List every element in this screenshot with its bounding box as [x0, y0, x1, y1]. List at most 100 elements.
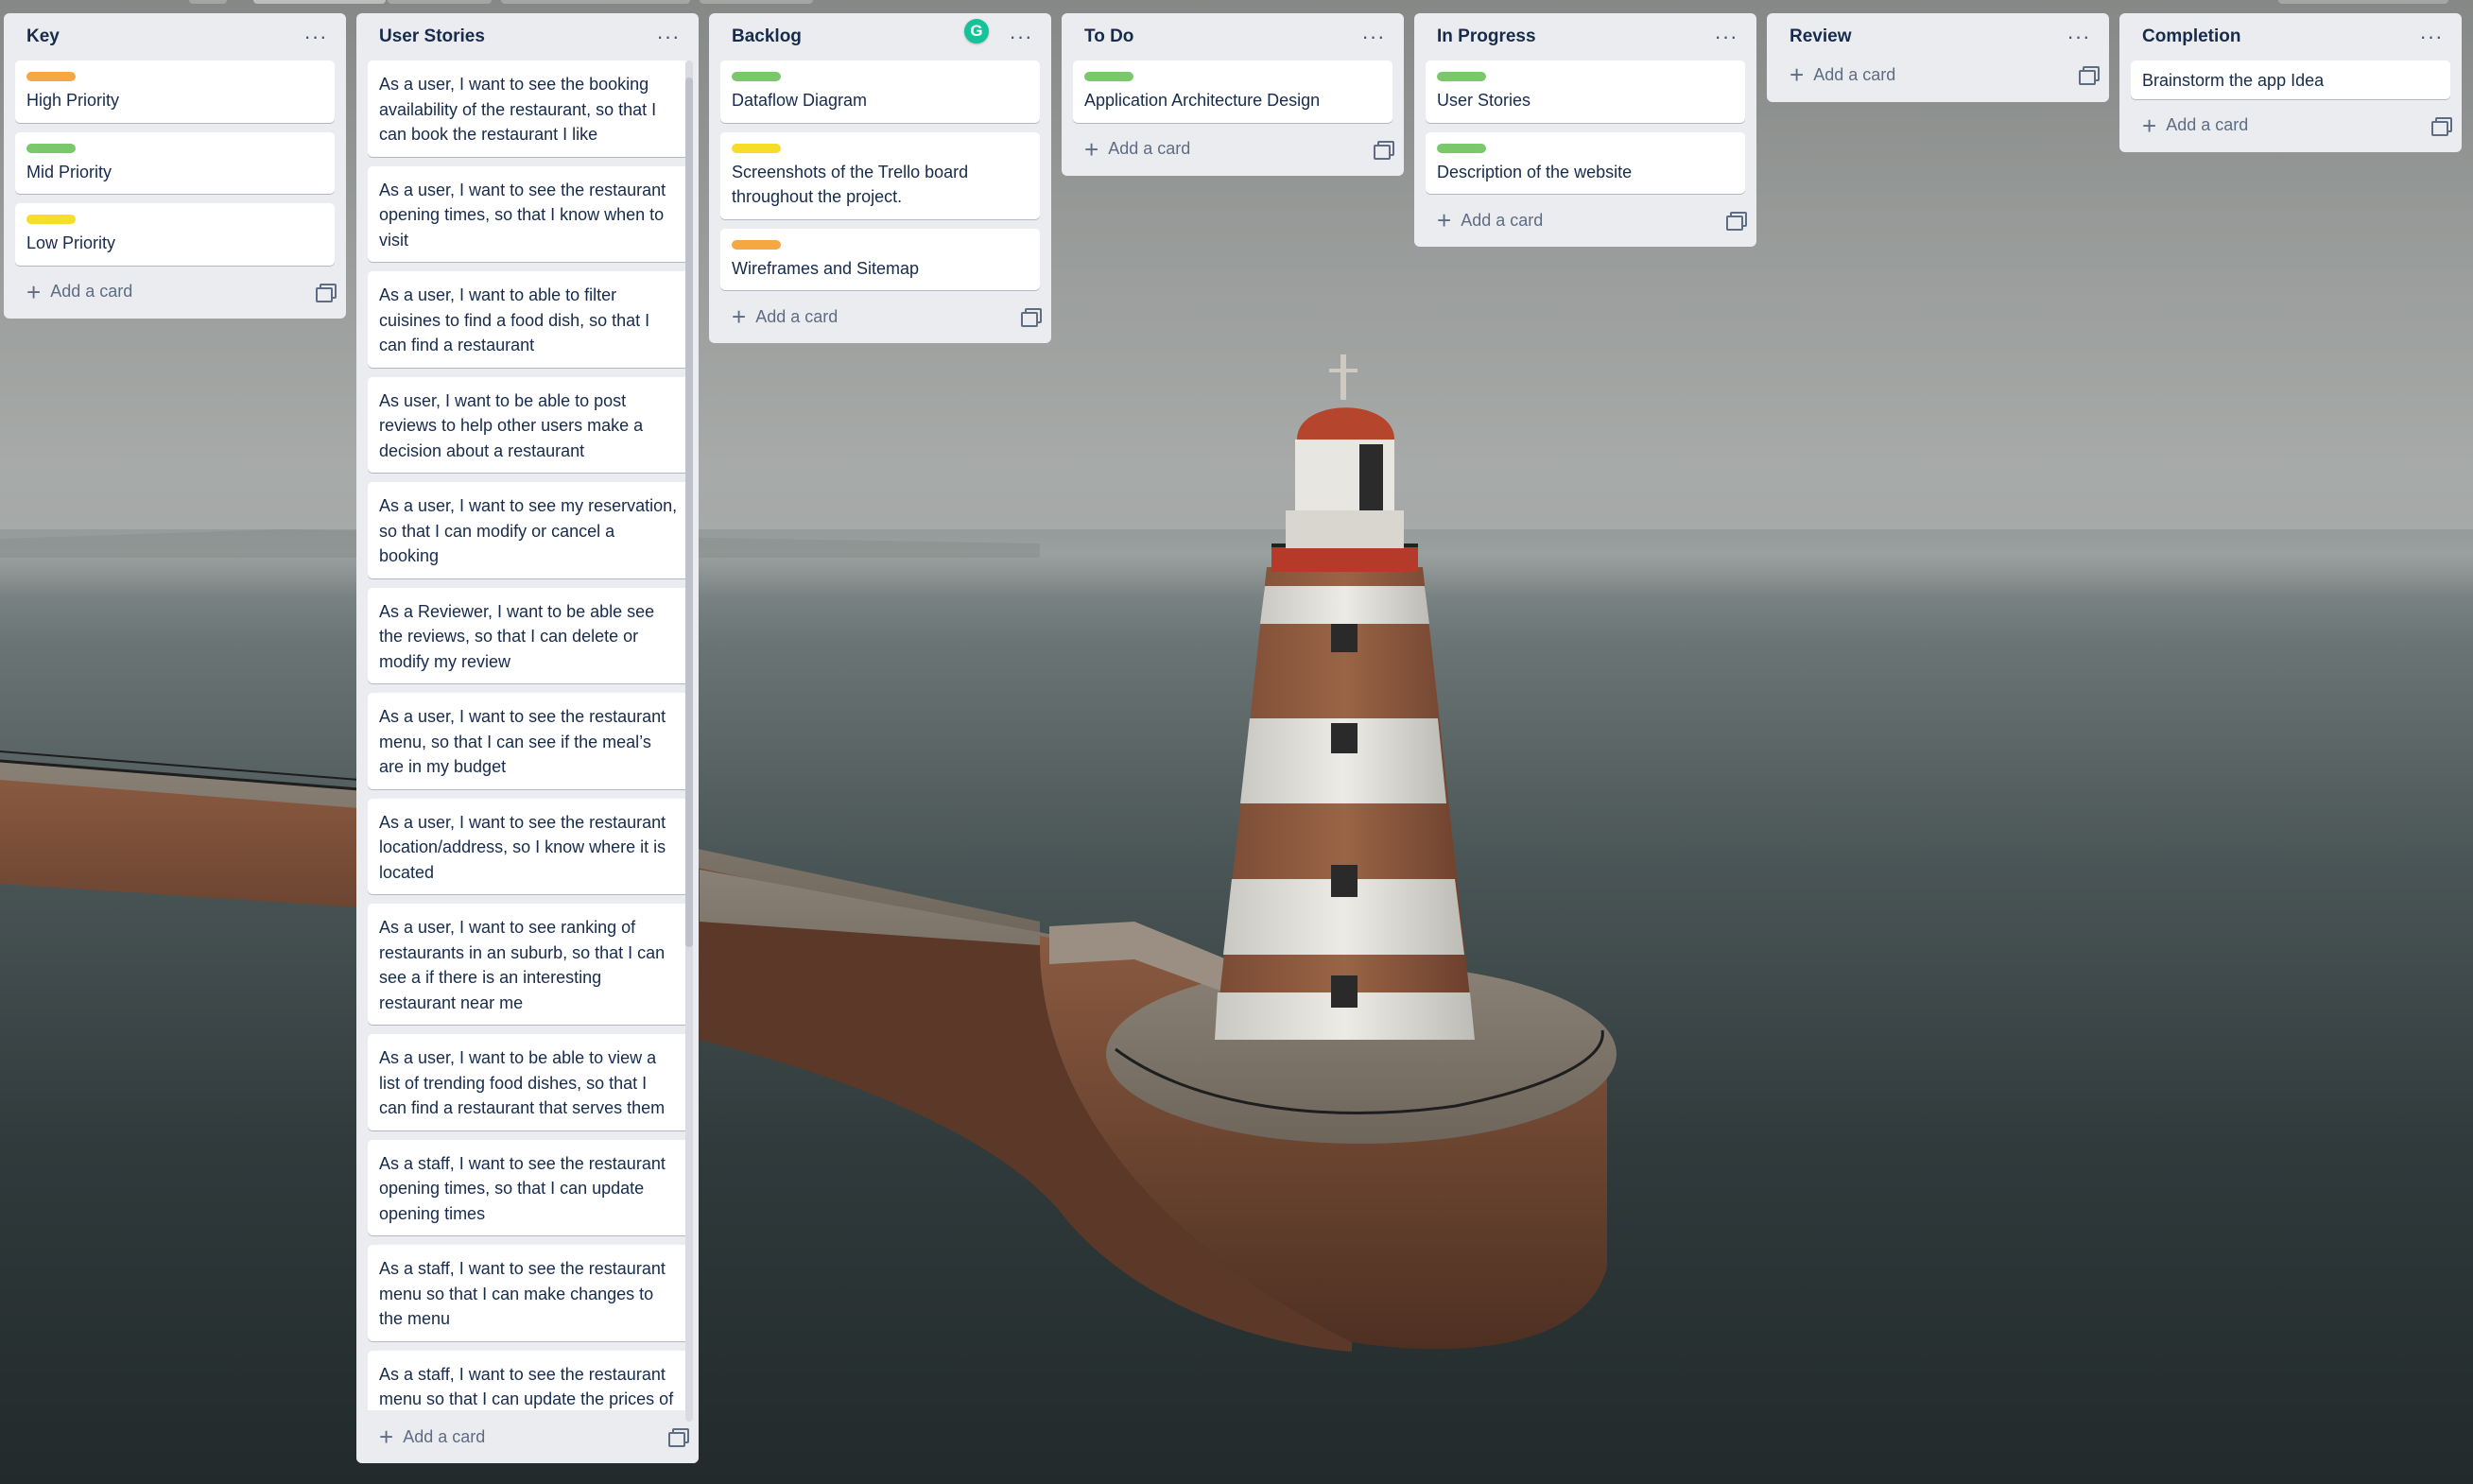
card-title: As a user, I want to see the booking ava…	[379, 75, 657, 144]
card-title: As a staff, I want to see the restaurant…	[379, 1364, 674, 1409]
card-list: As a user, I want to see the booking ava…	[356, 60, 691, 1410]
card-title: User Stories	[1437, 91, 1531, 110]
card[interactable]: Description of the website	[1426, 131, 1745, 194]
card-template-icon[interactable]	[668, 1428, 689, 1447]
card[interactable]: Wireframes and Sitemap	[720, 228, 1040, 290]
add-card-label: Add a card	[1108, 139, 1191, 158]
more-horizontal-icon[interactable]: ···	[2062, 23, 2096, 51]
list-header: To Do ···	[1062, 13, 1404, 60]
list-title: Backlog	[732, 26, 802, 46]
label-low-priority	[732, 143, 781, 153]
add-card-label: Add a card	[755, 306, 839, 326]
add-card-button[interactable]: + Add a card	[379, 1424, 485, 1449]
add-card-button[interactable]: + Add a card	[26, 280, 132, 304]
card-list: Brainstorm the app Idea	[2119, 60, 2462, 99]
add-card-row: + Add a card	[1414, 194, 1756, 247]
plus-icon: +	[2142, 111, 2157, 140]
list-completion: Completion ··· Brainstorm the app Idea +…	[2119, 13, 2462, 152]
card-title: Application Architecture Design	[1084, 91, 1321, 110]
card[interactable]: As user, I want to be able to post revie…	[368, 376, 689, 473]
list-backlog: Backlog ··· Dataflow Diagram Screenshots…	[709, 13, 1051, 343]
card[interactable]: As a user, I want to see my reservation,…	[368, 482, 689, 578]
card[interactable]: As a user, I want to see ranking of rest…	[368, 904, 689, 1025]
card[interactable]: Screenshots of the Trello board througho…	[720, 131, 1040, 219]
card-title: Mid Priority	[26, 162, 112, 181]
card-list-viewport[interactable]: As a user, I want to see the booking ava…	[356, 60, 699, 1410]
add-card-button[interactable]: + Add a card	[1437, 208, 1543, 233]
card[interactable]: As a user, I want to be able to view a l…	[368, 1034, 689, 1130]
card-template-icon[interactable]	[316, 283, 337, 302]
board-canvas: Key ··· High Priority Mid Priority Low P…	[0, 0, 2473, 1484]
label-mid-priority	[26, 143, 76, 153]
more-horizontal-icon[interactable]: ···	[651, 23, 685, 51]
more-horizontal-icon[interactable]: ···	[2414, 23, 2448, 51]
card-title: As a user, I want to see ranking of rest…	[379, 918, 666, 1012]
card-title: Dataflow Diagram	[732, 91, 868, 110]
card-title: As a staff, I want to see the restaurant…	[379, 1259, 666, 1328]
card[interactable]: As a user, I want to see the restaurant …	[368, 165, 689, 262]
list-user-stories: User Stories ··· As a user, I want to se…	[356, 13, 699, 1463]
card[interactable]: Application Architecture Design	[1073, 60, 1392, 123]
card-title: As a user, I want to see my reservation,…	[379, 496, 678, 565]
card-title: High Priority	[26, 91, 120, 110]
list-title: Completion	[2142, 26, 2241, 46]
list-title: To Do	[1084, 26, 1134, 46]
card-title: As a user, I want to see the restaurant …	[379, 812, 666, 882]
list-header: Backlog ···	[709, 13, 1051, 60]
label-high-priority	[26, 72, 76, 81]
card-title: As a user, I want to see the restaurant …	[379, 180, 666, 250]
add-card-label: Add a card	[403, 1426, 486, 1446]
grammarly-icon[interactable]: G	[964, 19, 989, 43]
card-template-icon[interactable]	[2431, 116, 2452, 136]
card[interactable]: As a staff, I want to see the restaurant…	[368, 1139, 689, 1235]
list-review: Review ··· + Add a card	[1767, 13, 2109, 102]
card-list: High Priority Mid Priority Low Priority	[4, 60, 346, 266]
list-title: User Stories	[379, 26, 485, 46]
add-card-row: + Add a card	[1767, 53, 2109, 96]
card-title: As a Reviewer, I want to be able see the…	[379, 601, 655, 671]
list-in-progress: In Progress ··· User Stories Description…	[1414, 13, 1756, 247]
card-template-icon[interactable]	[1021, 308, 1042, 327]
card[interactable]: Mid Priority	[15, 131, 335, 194]
more-horizontal-icon[interactable]: ···	[299, 23, 333, 51]
list-header: Key ···	[4, 13, 346, 60]
more-horizontal-icon[interactable]: ···	[1709, 23, 1743, 51]
list-title: Review	[1790, 26, 1852, 46]
card[interactable]: As a user, I want to see the booking ava…	[368, 60, 689, 157]
card[interactable]: As a user, I want to able to filter cuis…	[368, 271, 689, 368]
card[interactable]: Dataflow Diagram	[720, 60, 1040, 123]
card[interactable]: Low Priority	[15, 203, 335, 266]
card-template-icon[interactable]	[1374, 140, 1394, 160]
list-scrollbar[interactable]	[685, 60, 693, 1422]
add-card-button[interactable]: + Add a card	[1790, 62, 1895, 87]
add-card-button[interactable]: + Add a card	[1084, 137, 1190, 162]
card-title: Brainstorm the app Idea	[2142, 71, 2325, 90]
add-card-button[interactable]: + Add a card	[732, 304, 838, 329]
list-header: In Progress ···	[1414, 13, 1756, 60]
card-title: As a user, I want to be able to view a l…	[379, 1048, 666, 1117]
card[interactable]: As a staff, I want to see the restaurant…	[368, 1350, 689, 1410]
scrollbar-thumb[interactable]	[685, 78, 693, 947]
card-title: Description of the website	[1437, 162, 1633, 181]
list-key: Key ··· High Priority Mid Priority Low P…	[4, 13, 346, 319]
plus-icon: +	[1084, 134, 1099, 164]
add-card-button[interactable]: + Add a card	[2142, 113, 2248, 138]
card[interactable]: User Stories	[1426, 60, 1745, 123]
card-template-icon[interactable]	[1726, 212, 1747, 231]
more-horizontal-icon[interactable]: ···	[1357, 23, 1391, 51]
card-title: As a user, I want to see the restaurant …	[379, 707, 666, 776]
card[interactable]: As a user, I want to see the restaurant …	[368, 693, 689, 789]
plus-icon: +	[26, 277, 42, 306]
card-title: As user, I want to be able to post revie…	[379, 390, 644, 460]
card-template-icon[interactable]	[2079, 66, 2100, 85]
list-header: User Stories ···	[356, 13, 699, 60]
card[interactable]: High Priority	[15, 60, 335, 123]
add-card-row: + Add a card	[356, 1410, 699, 1463]
card[interactable]: As a staff, I want to see the restaurant…	[368, 1245, 689, 1341]
more-horizontal-icon[interactable]: ···	[1004, 23, 1038, 51]
card[interactable]: Brainstorm the app Idea	[2131, 60, 2450, 99]
card[interactable]: As a user, I want to see the restaurant …	[368, 798, 689, 894]
add-card-label: Add a card	[50, 282, 133, 301]
add-card-row: + Add a card	[2119, 99, 2462, 152]
card[interactable]: As a Reviewer, I want to be able see the…	[368, 587, 689, 683]
